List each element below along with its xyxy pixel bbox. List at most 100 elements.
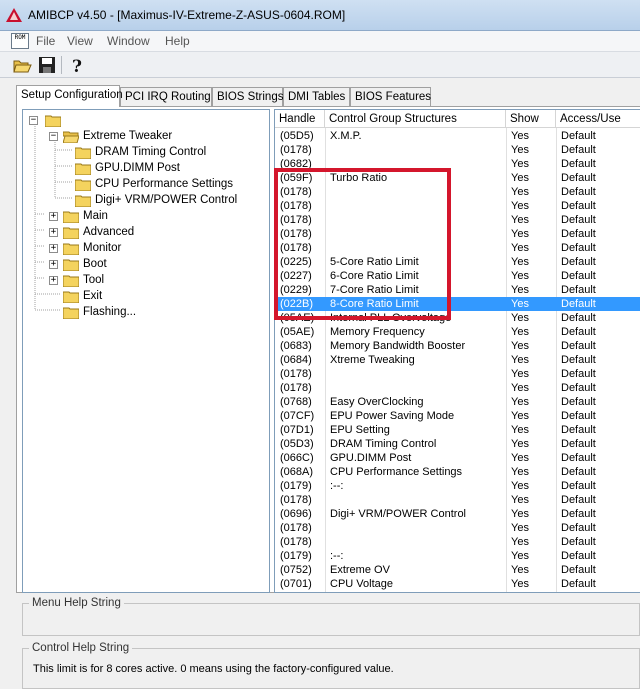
cell-access-use: Default bbox=[561, 172, 596, 184]
cell-handle: (022B) bbox=[280, 298, 314, 310]
table-row[interactable]: (0752) Extreme OV Yes Default bbox=[275, 563, 640, 577]
table-row[interactable]: (0178) Yes Default bbox=[275, 199, 640, 213]
table-row[interactable]: (0178) Yes Default bbox=[275, 521, 640, 535]
cell-access-use: Default bbox=[561, 228, 596, 240]
tree-item-main[interactable]: + Main bbox=[49, 209, 249, 225]
tree-item-advanced[interactable]: + Advanced bbox=[49, 225, 249, 241]
tree-item-flashing[interactable]: Flashing... bbox=[63, 305, 253, 321]
folder-icon bbox=[63, 259, 79, 271]
table-row[interactable]: (0229) 7-Core Ratio Limit Yes Default bbox=[275, 283, 640, 297]
window-title: AMIBCP v4.50 - [Maximus-IV-Extreme-Z-ASU… bbox=[28, 8, 346, 22]
table-row[interactable]: (0684) Xtreme Tweaking Yes Default bbox=[275, 353, 640, 367]
expand-toggle-icon[interactable]: + bbox=[49, 276, 58, 285]
cell-handle: (0178) bbox=[280, 382, 312, 394]
tree-item-extreme-tweaker[interactable]: − Extreme Tweaker bbox=[49, 129, 249, 145]
cell-control-group bbox=[325, 227, 506, 241]
column-header-access-use[interactable]: Access/Use bbox=[556, 110, 640, 128]
table-row[interactable]: (0701) CPU Voltage Yes Default bbox=[275, 577, 640, 591]
cell-handle: (059F) bbox=[280, 172, 313, 184]
table-row[interactable]: (0178) Yes Default bbox=[275, 213, 640, 227]
table-row[interactable]: (0768) Easy OverClocking Yes Default bbox=[275, 395, 640, 409]
menu-window[interactable]: Window bbox=[107, 34, 150, 48]
table-row[interactable]: (059F) Turbo Ratio Yes Default bbox=[275, 171, 640, 185]
cell-control-group: Extreme OV bbox=[330, 564, 390, 576]
cell-control-group: Digi+ VRM/POWER Control bbox=[330, 508, 467, 520]
tree-item-boot[interactable]: + Boot bbox=[49, 257, 249, 273]
expand-toggle-icon[interactable]: + bbox=[49, 228, 58, 237]
cell-show: Yes bbox=[511, 550, 529, 562]
table-row[interactable]: (05D3) DRAM Timing Control Yes Default bbox=[275, 437, 640, 451]
folder-icon bbox=[63, 307, 79, 319]
table-row[interactable]: (0227) 6-Core Ratio Limit Yes Default bbox=[275, 269, 640, 283]
table-row[interactable]: (0178) Yes Default bbox=[275, 241, 640, 255]
expand-toggle-icon[interactable]: + bbox=[49, 244, 58, 253]
control-group-list[interactable]: Handle Control Group Structures Show Acc… bbox=[274, 109, 640, 593]
table-row[interactable]: (07CF) EPU Power Saving Mode Yes Default bbox=[275, 409, 640, 423]
table-row[interactable]: (0682) Yes Default bbox=[275, 157, 640, 171]
column-header-control-group-structures[interactable]: Control Group Structures bbox=[325, 110, 506, 128]
cell-control-group bbox=[325, 535, 506, 549]
tab-bios-features[interactable]: BIOS Features bbox=[350, 87, 431, 107]
tab-bios-strings[interactable]: BIOS Strings bbox=[212, 87, 283, 107]
table-row[interactable]: (05AE) Memory Frequency Yes Default bbox=[275, 325, 640, 339]
table-row[interactable]: (068A) CPU Performance Settings Yes Default bbox=[275, 465, 640, 479]
amibcp-app-icon[interactable] bbox=[6, 8, 22, 22]
tree-item-monitor[interactable]: + Monitor bbox=[49, 241, 249, 257]
open-folder-icon[interactable] bbox=[12, 55, 32, 75]
table-row[interactable]: (0683) Memory Bandwidth Booster Yes Default bbox=[275, 339, 640, 353]
cell-access-use: Default bbox=[561, 242, 596, 254]
cell-show: Yes bbox=[511, 228, 529, 240]
table-row[interactable]: (0225) 5-Core Ratio Limit Yes Default bbox=[275, 255, 640, 269]
menu-help[interactable]: Help bbox=[165, 34, 190, 48]
table-row[interactable]: (07D1) EPU Setting Yes Default bbox=[275, 423, 640, 437]
tree-item-label: GPU.DIMM Post bbox=[95, 162, 180, 174]
table-row[interactable]: (05D5) X.M.P. Yes Default bbox=[275, 129, 640, 143]
tree-item-dram-timing-control[interactable]: DRAM Timing Control bbox=[75, 145, 265, 161]
tree-item-cpu-performance-settings[interactable]: CPU Performance Settings bbox=[75, 177, 265, 193]
cell-access-use: Default bbox=[561, 368, 596, 380]
table-row[interactable]: (0178) Yes Default bbox=[275, 367, 640, 381]
cell-control-group: EPU Power Saving Mode bbox=[330, 410, 455, 422]
tab-dmi-tables[interactable]: DMI Tables bbox=[283, 87, 350, 107]
tree-item-label: Tool bbox=[83, 274, 105, 286]
cell-show: Yes bbox=[511, 494, 529, 506]
table-row[interactable]: (022B) 8-Core Ratio Limit Yes Default bbox=[275, 297, 640, 311]
cell-show: Yes bbox=[511, 438, 529, 450]
table-row[interactable]: (0696) Digi+ VRM/POWER Control Yes Default bbox=[275, 507, 640, 521]
cell-handle: (0178) bbox=[280, 186, 312, 198]
menu-view[interactable]: View bbox=[67, 34, 93, 48]
help-question-icon[interactable]: ? bbox=[66, 55, 86, 75]
table-row[interactable]: (0178) Yes Default bbox=[275, 143, 640, 157]
tree-item-digi-vrm-power-control[interactable]: Digi+ VRM/POWER Control bbox=[75, 193, 265, 209]
cell-handle: (0178) bbox=[280, 200, 312, 212]
column-header-show[interactable]: Show bbox=[506, 110, 556, 128]
table-row[interactable]: (0179):--: Yes Default bbox=[275, 549, 640, 563]
table-row[interactable]: (0178) Yes Default bbox=[275, 535, 640, 549]
table-row[interactable]: (0179):--: Yes Default bbox=[275, 479, 640, 493]
expand-toggle-icon[interactable]: + bbox=[49, 260, 58, 269]
cell-handle: (05AE) bbox=[280, 312, 315, 324]
cell-show: Yes bbox=[511, 130, 529, 142]
tab-pci-irq-routing[interactable]: PCI IRQ Routing bbox=[120, 87, 212, 107]
collapse-toggle-icon[interactable]: − bbox=[29, 116, 38, 125]
tree-item-gpu-dimm-post[interactable]: GPU.DIMM Post bbox=[75, 161, 265, 177]
table-row[interactable]: (0178) Yes Default bbox=[275, 185, 640, 199]
table-row[interactable]: (0178) Yes Default bbox=[275, 381, 640, 395]
setup-tree-view[interactable]: − − Extreme Tweaker DRAM Timing Control … bbox=[22, 109, 270, 593]
collapse-toggle-icon[interactable]: − bbox=[49, 132, 58, 141]
cell-control-group: X.M.P. bbox=[330, 130, 362, 142]
expand-toggle-icon[interactable]: + bbox=[49, 212, 58, 221]
tree-item-tool[interactable]: + Tool bbox=[49, 273, 249, 289]
tree-item-exit[interactable]: Exit bbox=[63, 289, 253, 305]
save-disk-icon[interactable] bbox=[37, 55, 57, 75]
cell-show: Yes bbox=[511, 564, 529, 576]
table-row[interactable]: (0178) Yes Default bbox=[275, 493, 640, 507]
table-row[interactable]: (066C) GPU.DIMM Post Yes Default bbox=[275, 451, 640, 465]
tree-root[interactable]: − bbox=[29, 113, 89, 129]
tab-setup-configuration[interactable]: Setup Configuration bbox=[16, 85, 123, 107]
table-row[interactable]: (05AE) Internal PLL Overvoltage Yes Default bbox=[275, 311, 640, 325]
menu-file[interactable]: File bbox=[36, 34, 55, 48]
column-header-handle[interactable]: Handle bbox=[275, 110, 325, 128]
document-system-menu-icon[interactable]: ROM bbox=[11, 33, 29, 49]
table-row[interactable]: (0178) Yes Default bbox=[275, 227, 640, 241]
